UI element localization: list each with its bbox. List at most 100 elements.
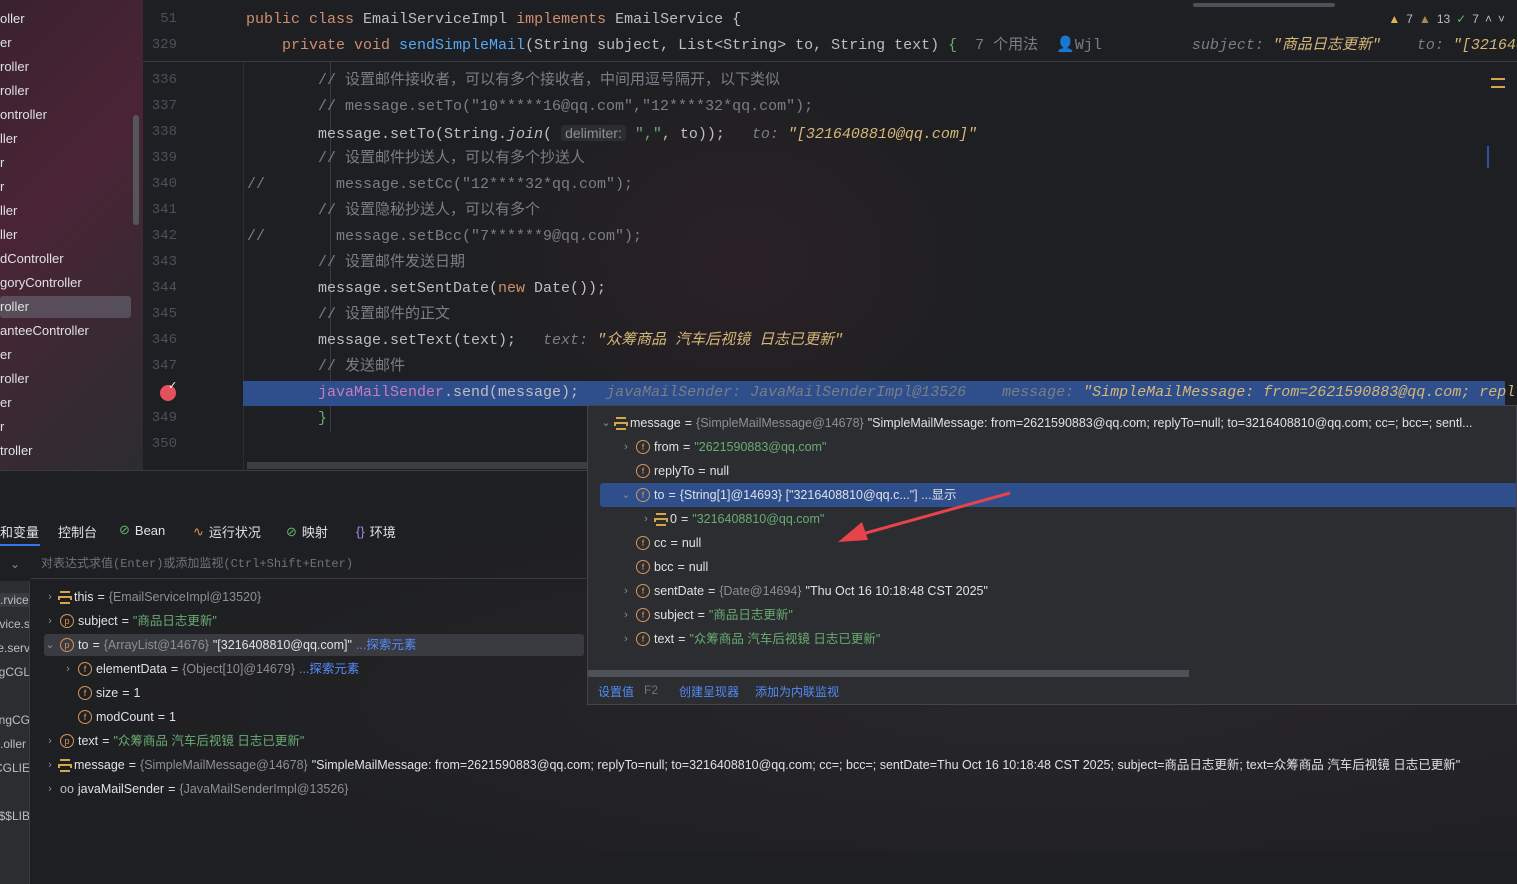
variable-row[interactable]: › p subject = "商品日志更新" bbox=[44, 610, 217, 632]
variable-row[interactable]: ⌄ p to = {ArrayList@14676} "[3216408810@qq.… bbox=[44, 634, 584, 656]
tab-console[interactable]: 控制台 bbox=[58, 522, 97, 541]
project-tree-item[interactable]: ontroller bbox=[0, 104, 131, 126]
code-line[interactable]: message.setCc("12****32*qq.com"); bbox=[318, 172, 633, 198]
variable-row[interactable]: › this = {EmailServiceImpl@13520} bbox=[44, 586, 261, 608]
code-line[interactable]: // 设置隐秘抄送人，可以有多个 bbox=[318, 198, 540, 224]
tab-variables[interactable]: 和变量 bbox=[0, 522, 39, 541]
code-line[interactable]: // 发送邮件 bbox=[318, 354, 405, 380]
variable-row[interactable]: › 0 = "3216408810@qq.com" bbox=[640, 508, 824, 530]
project-tree-item[interactable]: r bbox=[0, 416, 131, 438]
evaluate-expression-input[interactable]: 对表达式求值(Enter)或添加监视(Ctrl+Shift+Enter) bbox=[31, 549, 586, 579]
code-editor[interactable]: 51 public class EmailServiceImpl implemen… bbox=[143, 0, 1517, 470]
project-tree-item[interactable]: r bbox=[0, 152, 131, 174]
stack-frame[interactable]: e.serv bbox=[0, 641, 29, 655]
project-tree-item[interactable]: er bbox=[0, 32, 131, 54]
project-tree-item[interactable]: dController bbox=[0, 248, 131, 270]
stack-frame[interactable]: oller. bbox=[0, 737, 29, 751]
code-line[interactable]: message.setBcc("7******9@qq.com"); bbox=[318, 224, 642, 250]
stack-frame[interactable]: CGLIE bbox=[0, 761, 29, 775]
chevron-right-icon[interactable]: › bbox=[44, 778, 56, 800]
project-tree-item[interactable]: ller bbox=[0, 128, 131, 150]
project-tree-item[interactable]: er bbox=[0, 344, 131, 366]
chevron-down-icon[interactable]: ˅ bbox=[1498, 12, 1505, 26]
code-line[interactable]: javaMailSender.send(message); javaMailSe… bbox=[318, 380, 1515, 406]
code-line[interactable]: } bbox=[318, 406, 327, 432]
change-marker[interactable] bbox=[1487, 146, 1489, 168]
tab-bean[interactable]: ⊘ Bean bbox=[119, 522, 165, 538]
editor-horizontal-scrollbar[interactable] bbox=[247, 462, 587, 469]
frames-dropdown-chevron-icon[interactable]: ⌄ bbox=[0, 549, 30, 579]
chevron-down-icon[interactable]: ⌄ bbox=[600, 412, 612, 434]
variable-row[interactable]: f replyTo = null bbox=[620, 460, 729, 482]
code-line[interactable]: // 设置邮件发送日期 bbox=[318, 250, 465, 276]
create-renderer-link[interactable]: 创建呈现器 bbox=[679, 683, 739, 700]
code-line[interactable]: // 设置邮件的正文 bbox=[318, 302, 450, 328]
set-value-link[interactable]: 设置值 bbox=[598, 683, 634, 700]
chevron-right-icon[interactable]: › bbox=[44, 730, 56, 752]
project-tree-item[interactable]: roller bbox=[0, 56, 131, 78]
code-line[interactable]: message.setTo(String.join( delimiter: ",… bbox=[318, 120, 977, 146]
popup-horizontal-scrollbar[interactable] bbox=[588, 670, 1189, 677]
chevron-up-icon[interactable]: ˄ bbox=[1485, 12, 1492, 26]
variable-row[interactable]: f size = 1 bbox=[62, 682, 141, 704]
chevron-down-icon[interactable]: ⌄ bbox=[620, 484, 632, 506]
variable-row[interactable]: ⌄ message = {SimpleMailMessage@14678} "Sim… bbox=[600, 412, 1472, 434]
chevron-right-icon[interactable]: › bbox=[640, 508, 652, 530]
code-line[interactable]: // 设置邮件接收者，可以有多个接收者，中间用逗号隔开，以下类似 bbox=[318, 68, 780, 94]
tab-environment[interactable]: {} 环境 bbox=[356, 522, 396, 541]
code-line[interactable]: // message.setTo("10*****16@qq.com","12*… bbox=[318, 94, 813, 120]
project-tree-item[interactable]: roller bbox=[0, 80, 131, 102]
chevron-down-icon[interactable]: ⌄ bbox=[44, 634, 56, 656]
chevron-right-icon[interactable]: › bbox=[620, 604, 632, 626]
code-line[interactable]: message.setText(text); text: "众筹商品 汽车后视镜… bbox=[318, 328, 843, 354]
chevron-right-icon[interactable]: › bbox=[62, 658, 74, 680]
chevron-right-icon[interactable]: › bbox=[620, 580, 632, 602]
stack-frame[interactable]: ngCG bbox=[0, 713, 29, 727]
project-tree-item[interactable]: anteeController bbox=[0, 320, 131, 342]
project-tree-scrollbar[interactable] bbox=[133, 115, 139, 225]
variable-row[interactable]: › f elementData = {Object[10]@14679} ...探索元… bbox=[62, 658, 359, 680]
sticky-code-line[interactable]: public class EmailServiceImpl implements… bbox=[246, 7, 741, 33]
stack-frame[interactable]: rvice.s bbox=[0, 617, 29, 631]
project-tree-item[interactable]: oller bbox=[0, 8, 131, 30]
chevron-right-icon[interactable]: › bbox=[620, 628, 632, 650]
warning-stripe-marker[interactable] bbox=[1491, 78, 1505, 88]
variable-row[interactable]: › message = {SimpleMailMessage@14678} "Sim… bbox=[44, 754, 1460, 776]
code-token: Date()); bbox=[534, 280, 607, 297]
project-tree-item[interactable]: goryController bbox=[0, 272, 131, 294]
variable-row[interactable]: › f text = "众筹商品 汽车后视镜 日志已更新" bbox=[620, 628, 880, 650]
tab-mappings[interactable]: ⊘ 映射 bbox=[286, 522, 328, 541]
explore-elements-link[interactable]: ...探索元素 bbox=[356, 634, 416, 656]
variable-row[interactable]: › f sentDate = {Date@14694} "Thu Oct 16 10:… bbox=[620, 580, 988, 602]
inspection-widget[interactable]: ▲ 7 ▲ 13 ✓ 7 ˄ ˅ bbox=[1388, 12, 1505, 26]
project-tree-item[interactable]: roller bbox=[0, 296, 131, 318]
code-line[interactable]: // 设置邮件抄送人，可以有多个抄送人 bbox=[318, 146, 585, 172]
project-tree-item[interactable]: troller bbox=[0, 440, 131, 462]
breakpoint-icon[interactable] bbox=[160, 379, 177, 401]
project-tree-item[interactable]: er bbox=[0, 392, 131, 414]
chevron-right-icon[interactable]: › bbox=[44, 754, 56, 776]
variable-row[interactable]: › f from = "2621590883@qq.com" bbox=[620, 436, 826, 458]
variable-row[interactable]: › p text = "众筹商品 汽车后视镜 日志已更新" bbox=[44, 730, 304, 752]
variable-row[interactable]: › f subject = "商品日志更新" bbox=[620, 604, 793, 626]
sticky-code-line[interactable]: private void sendSimpleMail(String subje… bbox=[246, 33, 1517, 59]
explore-elements-link[interactable]: ...探索元素 bbox=[299, 658, 359, 680]
project-tree-item[interactable]: ller bbox=[0, 224, 131, 246]
chevron-right-icon[interactable]: › bbox=[44, 610, 56, 632]
stack-frame[interactable]: rvice. bbox=[0, 593, 29, 607]
variable-row[interactable]: › oo javaMailSender = {JavaMailSenderImpl@… bbox=[44, 778, 348, 800]
variable-row[interactable]: f modCount = 1 bbox=[62, 706, 176, 728]
chevron-right-icon[interactable]: › bbox=[44, 586, 56, 608]
project-tree-item[interactable]: roller bbox=[0, 368, 131, 390]
code-line[interactable]: message.setSentDate(new Date()); bbox=[318, 276, 606, 302]
tab-health[interactable]: ∿ 运行状况 bbox=[193, 522, 261, 541]
variable-row[interactable]: f bcc = null bbox=[620, 556, 708, 578]
project-tree-item[interactable]: r bbox=[0, 176, 131, 198]
line-number: 336 bbox=[151, 72, 177, 88]
add-inline-watch-link[interactable]: 添加为内联监视 bbox=[755, 683, 839, 700]
variable-row[interactable]: f cc = null bbox=[620, 532, 701, 554]
stack-frame[interactable]: gCGL bbox=[0, 665, 29, 679]
stack-frame[interactable]: LIB$$ bbox=[0, 809, 29, 823]
chevron-right-icon[interactable]: › bbox=[620, 436, 632, 458]
project-tree-item[interactable]: ller bbox=[0, 200, 131, 222]
